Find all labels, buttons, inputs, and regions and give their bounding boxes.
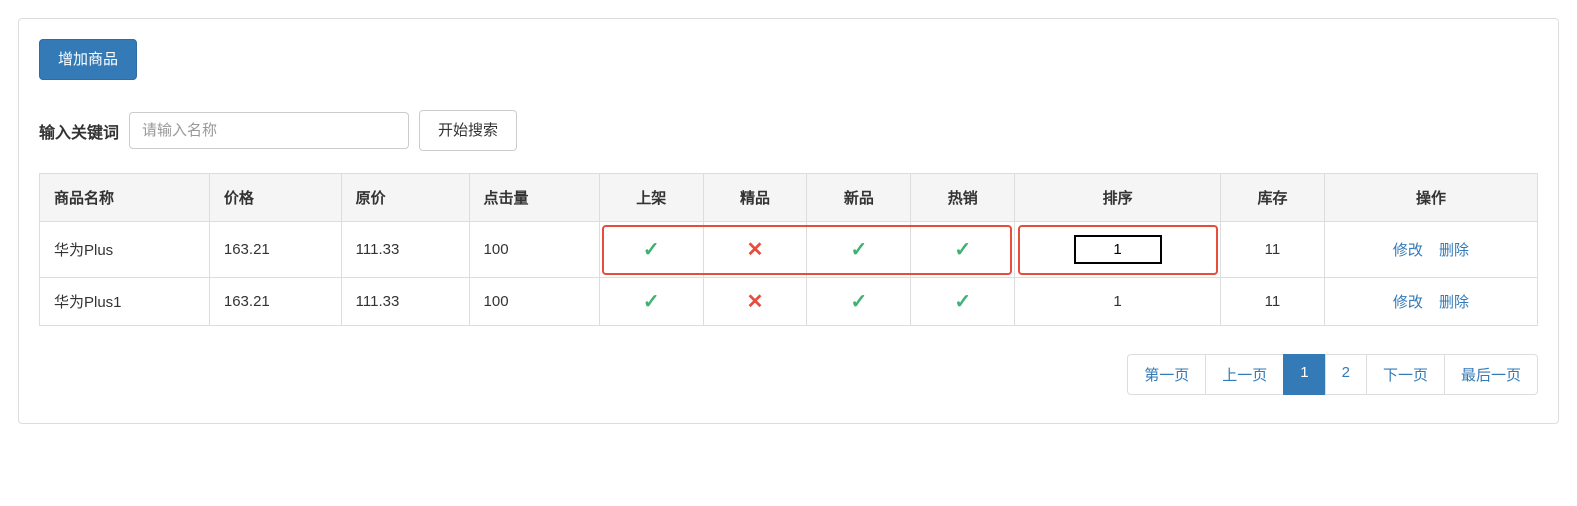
- check-icon[interactable]: ✓: [954, 292, 971, 312]
- check-icon[interactable]: ✓: [851, 240, 868, 260]
- cell-hot: ✓: [911, 222, 1015, 278]
- search-label: 输入关键词: [39, 119, 119, 143]
- cell-orig-price: 111.33: [341, 222, 469, 278]
- product-panel: 增加商品 输入关键词 开始搜索 商品名称 价格 原价 点击量 上架 精品 新品 …: [18, 18, 1559, 424]
- check-icon[interactable]: ✓: [851, 292, 868, 312]
- col-orig-price: 原价: [341, 174, 469, 222]
- product-table: 商品名称 价格 原价 点击量 上架 精品 新品 热销 排序 库存 操作 华为Pl…: [39, 173, 1538, 326]
- pagination: 第一页上一页12下一页最后一页: [39, 354, 1538, 395]
- cell-stock: 11: [1221, 222, 1325, 278]
- page-next[interactable]: 下一页: [1366, 354, 1445, 395]
- cell-sort: [1015, 222, 1221, 278]
- table-row: 华为Plus163.21111.33100✓✕✓✓11修改删除: [40, 222, 1538, 278]
- cross-icon[interactable]: ✕: [747, 292, 764, 312]
- cell-hot: ✓: [911, 278, 1015, 326]
- cell-new: ✓: [807, 278, 911, 326]
- page-number[interactable]: 2: [1325, 354, 1367, 395]
- cell-stock: 11: [1221, 278, 1325, 326]
- sort-value[interactable]: 1: [1098, 293, 1138, 310]
- delete-link[interactable]: 删除: [1439, 294, 1469, 311]
- cell-action: 修改删除: [1324, 222, 1537, 278]
- cell-orig-price: 111.33: [341, 278, 469, 326]
- col-name: 商品名称: [40, 174, 210, 222]
- check-icon[interactable]: ✓: [954, 240, 971, 260]
- edit-link[interactable]: 修改: [1393, 242, 1423, 259]
- col-on-shelf: 上架: [599, 174, 703, 222]
- cell-clicks: 100: [469, 222, 599, 278]
- cell-sort: 1: [1015, 278, 1221, 326]
- sort-input[interactable]: [1074, 235, 1162, 264]
- col-sort: 排序: [1015, 174, 1221, 222]
- col-new: 新品: [807, 174, 911, 222]
- delete-link[interactable]: 删除: [1439, 242, 1469, 259]
- page-number[interactable]: 1: [1283, 354, 1325, 395]
- check-icon[interactable]: ✓: [643, 292, 660, 312]
- cell-featured: ✕: [703, 222, 807, 278]
- add-product-button[interactable]: 增加商品: [39, 39, 137, 80]
- col-action: 操作: [1324, 174, 1537, 222]
- search-input[interactable]: [129, 112, 409, 149]
- cell-on-shelf: ✓: [599, 278, 703, 326]
- cell-action: 修改删除: [1324, 278, 1537, 326]
- page-first[interactable]: 第一页: [1127, 354, 1206, 395]
- cell-price: 163.21: [209, 278, 341, 326]
- cell-clicks: 100: [469, 278, 599, 326]
- cross-icon[interactable]: ✕: [747, 240, 764, 260]
- cell-name: 华为Plus: [40, 222, 210, 278]
- cell-on-shelf: ✓: [599, 222, 703, 278]
- table-row: 华为Plus1163.21111.33100✓✕✓✓111修改删除: [40, 278, 1538, 326]
- col-hot: 热销: [911, 174, 1015, 222]
- page-last[interactable]: 最后一页: [1444, 354, 1538, 395]
- col-price: 价格: [209, 174, 341, 222]
- cell-name: 华为Plus1: [40, 278, 210, 326]
- search-row: 输入关键词 开始搜索: [39, 110, 1538, 151]
- search-button[interactable]: 开始搜索: [419, 110, 517, 151]
- edit-link[interactable]: 修改: [1393, 294, 1423, 311]
- col-featured: 精品: [703, 174, 807, 222]
- cell-new: ✓: [807, 222, 911, 278]
- col-clicks: 点击量: [469, 174, 599, 222]
- table-header-row: 商品名称 价格 原价 点击量 上架 精品 新品 热销 排序 库存 操作: [40, 174, 1538, 222]
- cell-featured: ✕: [703, 278, 807, 326]
- check-icon[interactable]: ✓: [643, 240, 660, 260]
- col-stock: 库存: [1221, 174, 1325, 222]
- cell-price: 163.21: [209, 222, 341, 278]
- page-prev[interactable]: 上一页: [1205, 354, 1284, 395]
